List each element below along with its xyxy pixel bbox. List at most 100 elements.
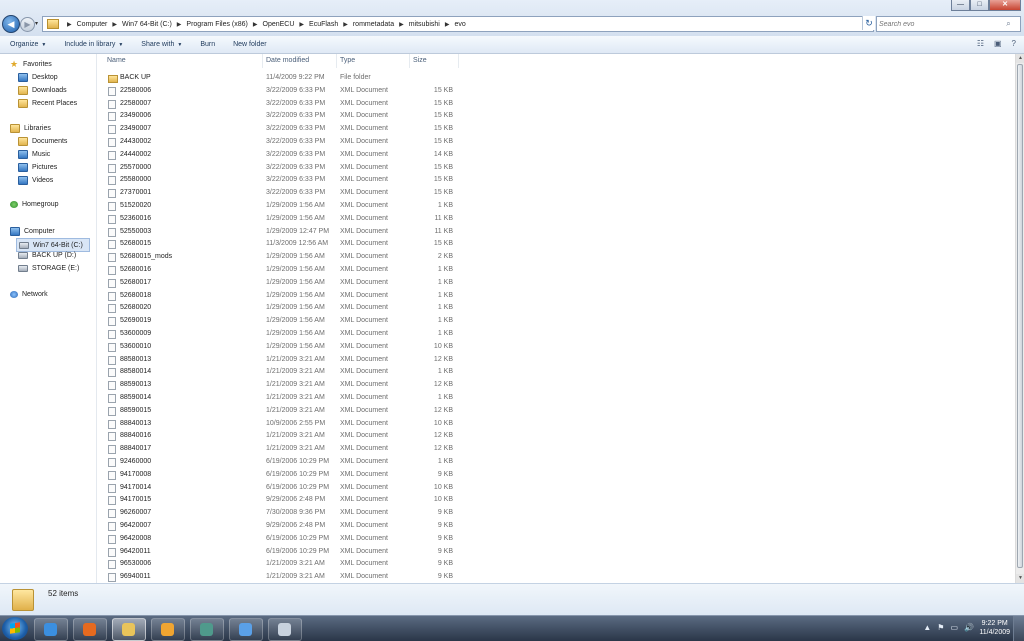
file-row[interactable]: 88590014 1/21/2009 3:21 AM XML Document 1 K… [105, 392, 465, 404]
column-header-size[interactable]: Size [413, 57, 427, 64]
file-row[interactable]: 52360016 1/29/2009 1:56 AM XML Document 11 … [105, 213, 465, 225]
file-row[interactable]: 52680017 1/29/2009 1:56 AM XML Document 1 K… [105, 277, 465, 289]
sidebar-item-downloads[interactable]: Downloads [18, 86, 67, 95]
start-button[interactable] [2, 617, 28, 640]
burn-button[interactable]: Burn [200, 41, 215, 48]
file-row[interactable]: 22580007 3/22/2009 6:33 PM XML Document 15 … [105, 98, 465, 110]
breadcrumb-chevron-icon[interactable]: ▶ [67, 21, 72, 28]
vertical-scrollbar[interactable]: ▲ ▼ [1015, 54, 1024, 583]
recent-pages-button[interactable]: ▾ [35, 20, 38, 27]
sidebar-item-videos[interactable]: Videos [18, 176, 53, 185]
file-row[interactable]: 96420011 6/19/2006 10:29 PM XML Document 9 … [105, 546, 465, 558]
file-row[interactable]: 94170014 6/19/2006 10:29 PM XML Document 10… [105, 482, 465, 494]
file-row[interactable]: 94170015 9/29/2006 2:48 PM XML Document 10 … [105, 494, 465, 506]
file-row[interactable]: 88580013 1/21/2009 3:21 AM XML Document 12 … [105, 354, 465, 366]
sidebar-item-libraries[interactable]: Libraries [10, 124, 51, 133]
sidebar-item-homegroup[interactable]: Homegroup [10, 201, 59, 208]
file-row[interactable]: 88840013 10/9/2006 2:55 PM XML Document 10 … [105, 418, 465, 430]
maximize-button[interactable]: □ [970, 0, 989, 11]
file-row[interactable]: 53600009 1/29/2009 1:56 AM XML Document 1 K… [105, 328, 465, 340]
scroll-down-arrow-icon[interactable]: ▼ [1016, 574, 1024, 583]
network-tray-icon[interactable]: ▭ [950, 623, 958, 632]
file-row[interactable]: 52550003 1/29/2009 12:47 PM XML Document 11… [105, 226, 465, 238]
file-row[interactable]: 96420008 6/19/2006 10:29 PM XML Document 9 … [105, 533, 465, 545]
include-in-library-button[interactable]: Include in library ▼ [64, 41, 123, 48]
breadcrumb-openecu[interactable]: OpenECU [263, 21, 295, 28]
sidebar-item-drive-c[interactable]: Win7 64-Bit (C:) [16, 238, 90, 252]
search-icon[interactable]: ⌕ [1004, 19, 1013, 29]
column-divider[interactable] [336, 54, 337, 68]
show-hidden-icons-icon[interactable]: ▲ [923, 623, 931, 632]
sidebar-item-network[interactable]: Network [10, 291, 48, 298]
taskbar-button-media-player[interactable] [151, 618, 185, 641]
address-bar[interactable]: ▶ Computer ▶ Win7 64-Bit (C:) ▶ Program … [42, 16, 874, 32]
file-row[interactable]: 24440002 3/22/2009 6:33 PM XML Document 14 … [105, 149, 465, 161]
file-row[interactable]: 23490006 3/22/2009 6:33 PM XML Document 15 … [105, 110, 465, 122]
file-row[interactable]: 24430002 3/22/2009 6:33 PM XML Document 15 … [105, 136, 465, 148]
breadcrumb-chevron-icon[interactable]: ▶ [299, 21, 304, 28]
sidebar-item-computer[interactable]: Computer [10, 227, 55, 236]
sidebar-item-pictures[interactable]: Pictures [18, 163, 57, 172]
search-input[interactable] [877, 20, 1004, 28]
file-row[interactable]: 88840017 1/21/2009 3:21 AM XML Document 12 … [105, 443, 465, 455]
sidebar-item-drive-e[interactable]: STORAGE (E:) [18, 265, 79, 272]
taskbar-button-itunes[interactable] [229, 618, 263, 641]
file-row[interactable]: 52680016 1/29/2009 1:56 AM XML Document 1 K… [105, 264, 465, 276]
volume-icon[interactable]: 🔊 [964, 623, 974, 632]
scroll-up-arrow-icon[interactable]: ▲ [1016, 54, 1024, 63]
file-row[interactable]: 52680020 1/29/2009 1:56 AM XML Document 1 K… [105, 302, 465, 314]
column-header-date[interactable]: Date modified [266, 57, 309, 64]
clock[interactable]: 9:22 PM 11/4/2009 [979, 619, 1010, 637]
breadcrumb-chevron-icon[interactable]: ▶ [112, 21, 117, 28]
breadcrumb-drive[interactable]: Win7 64-Bit (C:) [122, 21, 172, 28]
file-row[interactable]: 52690019 1/29/2009 1:56 AM XML Document 1 K… [105, 315, 465, 327]
file-row[interactable]: 25580000 3/22/2009 6:33 PM XML Document 15 … [105, 174, 465, 186]
scroll-thumb[interactable] [1017, 64, 1023, 568]
file-row[interactable]: 96260007 7/30/2008 9:36 PM XML Document 9 K… [105, 507, 465, 519]
file-row[interactable]: 88580014 1/21/2009 3:21 AM XML Document 1 K… [105, 366, 465, 378]
breadcrumb-chevron-icon[interactable]: ▶ [253, 21, 258, 28]
column-divider[interactable] [458, 54, 459, 68]
column-divider[interactable] [262, 54, 263, 68]
sidebar-item-favorites[interactable]: ★ Favorites [10, 59, 52, 70]
folder-row[interactable]: BACK UP 11/4/2009 9:22 PM File folder [105, 72, 465, 84]
file-row[interactable]: 51520020 1/29/2009 1:56 AM XML Document 1 K… [105, 200, 465, 212]
sidebar-item-desktop[interactable]: Desktop [18, 73, 58, 82]
search-box[interactable]: ⌕ [876, 16, 1021, 32]
file-row[interactable]: 52680015_mods 1/29/2009 1:56 AM XML Docume… [105, 251, 465, 263]
refresh-button[interactable]: ↻ [862, 16, 875, 30]
sidebar-item-documents[interactable]: Documents [18, 137, 67, 146]
breadcrumb-chevron-icon[interactable]: ▶ [343, 21, 348, 28]
breadcrumb-chevron-icon[interactable]: ▶ [399, 21, 404, 28]
file-row[interactable]: 25570000 3/22/2009 6:33 PM XML Document 15 … [105, 162, 465, 174]
breadcrumb-mitsubishi[interactable]: mitsubishi [409, 21, 440, 28]
share-with-button[interactable]: Share with ▼ [141, 41, 182, 48]
close-button[interactable]: ✕ [989, 0, 1021, 11]
file-row[interactable]: 88840016 1/21/2009 3:21 AM XML Document 12 … [105, 430, 465, 442]
taskbar-button-ecuflash[interactable] [190, 618, 224, 641]
taskbar-button-ie[interactable] [34, 618, 68, 641]
breadcrumb-chevron-icon[interactable]: ▶ [177, 21, 182, 28]
file-row[interactable]: 94170008 6/19/2006 10:29 PM XML Document 9 … [105, 469, 465, 481]
file-row[interactable]: 88590013 1/21/2009 3:21 AM XML Document 12 … [105, 379, 465, 391]
file-row[interactable]: 53600010 1/29/2009 1:56 AM XML Document 10 … [105, 341, 465, 353]
organize-button[interactable]: Organize ▼ [10, 41, 46, 48]
help-icon[interactable]: ? [1012, 39, 1016, 48]
column-header-type[interactable]: Type [340, 57, 355, 64]
column-header-name[interactable]: Name [107, 57, 126, 64]
breadcrumb-computer[interactable]: Computer [77, 21, 108, 28]
taskbar-button-explorer[interactable] [112, 618, 146, 641]
sidebar-item-drive-d[interactable]: BACK UP (D:) [18, 252, 76, 259]
file-row[interactable]: 52680015 11/3/2009 12:56 AM XML Document 15… [105, 238, 465, 250]
breadcrumb-rommetadata[interactable]: rommetadata [353, 21, 394, 28]
sidebar-item-music[interactable]: Music [18, 150, 50, 159]
file-row[interactable]: 23490007 3/22/2009 6:33 PM XML Document 15 … [105, 123, 465, 135]
file-row[interactable]: 96420007 9/29/2006 2:48 PM XML Document 9 K… [105, 520, 465, 532]
file-row[interactable]: 88590015 1/21/2009 3:21 AM XML Document 12 … [105, 405, 465, 417]
breadcrumb-chevron-icon[interactable]: ▶ [445, 21, 450, 28]
file-row[interactable]: 96940011 1/21/2009 3:21 AM XML Document 9 K… [105, 571, 465, 583]
taskbar-button-firefox[interactable] [73, 618, 107, 641]
minimize-button[interactable]: — [951, 0, 970, 11]
file-row[interactable]: 92460000 6/19/2006 10:29 PM XML Document 1 … [105, 456, 465, 468]
show-desktop-button[interactable] [1013, 616, 1024, 641]
